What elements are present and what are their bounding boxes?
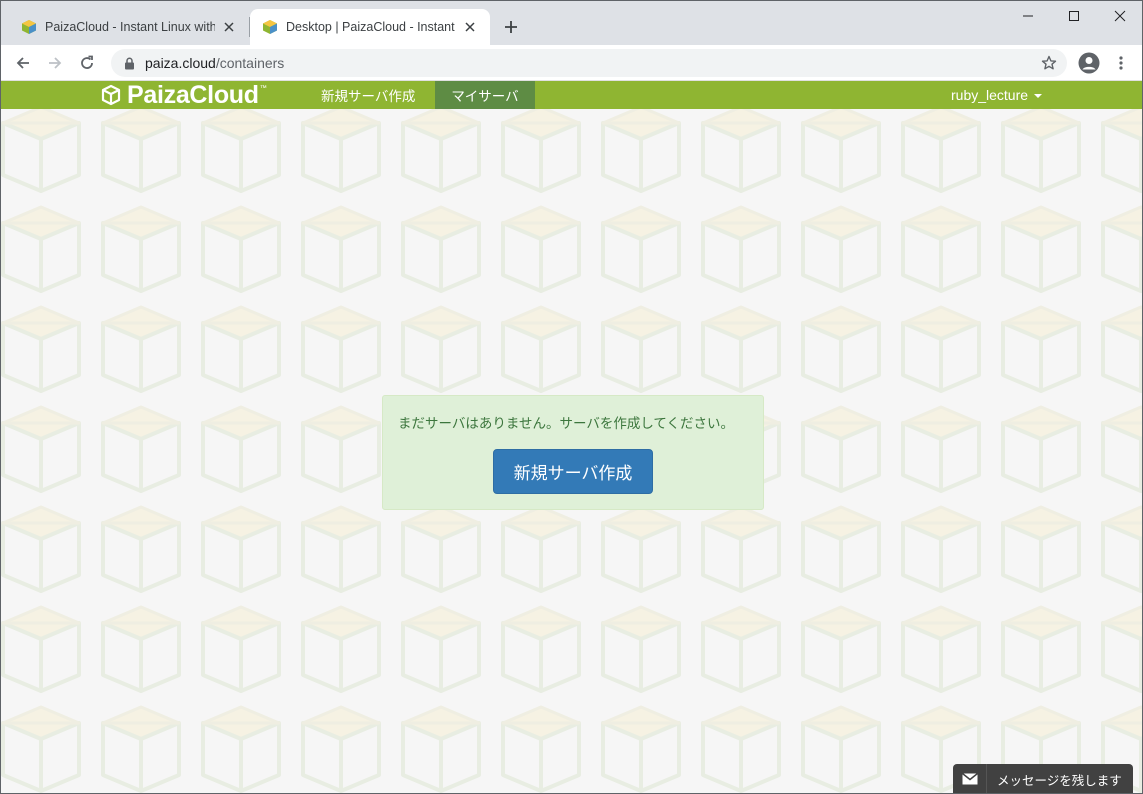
tab-desktop[interactable]: Desktop | PaizaCloud - Instant Lin — [250, 9, 490, 45]
user-menu[interactable]: ruby_lecture — [951, 81, 1043, 109]
lock-icon — [121, 55, 137, 71]
reload-button[interactable] — [73, 49, 101, 77]
new-tab-button[interactable] — [499, 15, 523, 39]
caret-down-icon — [1034, 94, 1043, 98]
plus-icon — [505, 21, 517, 33]
brand-trademark: ™ — [259, 85, 267, 92]
browser-toolbar: paiza.cloud/containers — [1, 45, 1142, 81]
back-button[interactable] — [9, 49, 37, 77]
maximize-icon — [1069, 11, 1079, 21]
leave-message-widget[interactable]: メッセージを残します — [953, 764, 1133, 793]
forward-button[interactable] — [41, 49, 69, 77]
username: ruby_lecture — [951, 87, 1029, 103]
more-vert-icon — [1119, 56, 1123, 70]
brand-name: PaizaCloud — [127, 81, 259, 109]
paizacloud-favicon-icon — [263, 20, 277, 34]
empty-servers-message: まだサーバはありません。サーバを作成してください。 — [398, 416, 735, 432]
leave-message-label: メッセージを残します — [997, 772, 1122, 788]
minimize-button[interactable] — [1005, 1, 1051, 31]
page-content: PaizaCloud™ 新規サーバ作成 マイサーバ ruby_lecture — [1, 81, 1142, 793]
tab-paizacloud-home[interactable]: PaizaCloud - Instant Linux with W — [9, 9, 249, 45]
cube-logo-icon — [101, 84, 121, 106]
address-bar[interactable]: paiza.cloud/containers — [111, 49, 1067, 77]
close-icon — [1114, 10, 1126, 22]
envelope-icon — [953, 764, 987, 793]
account-circle-icon — [1078, 52, 1100, 74]
close-tab-icon[interactable] — [462, 19, 478, 35]
url-path: /containers — [215, 55, 285, 71]
close-window-button[interactable] — [1097, 1, 1142, 31]
nav-new-server[interactable]: 新規サーバ作成 — [307, 81, 429, 109]
bookmark-star-icon[interactable] — [1039, 53, 1059, 73]
brand-logo[interactable]: PaizaCloud ™ — [101, 81, 267, 109]
nav-my-server[interactable]: マイサーバ — [435, 81, 535, 109]
paizacloud-favicon-icon — [22, 20, 36, 34]
site-navbar: PaizaCloud ™ 新規サーバ作成 マイサーバ ruby_lecture — [1, 81, 1142, 109]
arrow-left-icon — [16, 57, 29, 69]
close-tab-icon[interactable] — [221, 19, 237, 35]
tab-title: Desktop | PaizaCloud - Instant Lin — [286, 20, 456, 34]
tab-title: PaizaCloud - Instant Linux with W — [45, 20, 215, 34]
maximize-button[interactable] — [1051, 1, 1097, 31]
profile-button[interactable] — [1075, 49, 1103, 77]
create-server-button[interactable]: 新規サーバ作成 — [493, 449, 653, 494]
arrow-right-icon — [49, 57, 62, 69]
browser-menu-button[interactable] — [1107, 49, 1135, 77]
empty-servers-alert: まだサーバはありません。サーバを作成してください。 新規サーバ作成 — [382, 395, 764, 510]
tab-strip: PaizaCloud - Instant Linux with W Deskto… — [1, 1, 1142, 45]
browser-window: PaizaCloud - Instant Linux with W Deskto… — [0, 0, 1143, 794]
minimize-icon — [1023, 15, 1033, 17]
reload-icon — [81, 55, 93, 69]
url-host: paiza.cloud — [145, 55, 216, 71]
